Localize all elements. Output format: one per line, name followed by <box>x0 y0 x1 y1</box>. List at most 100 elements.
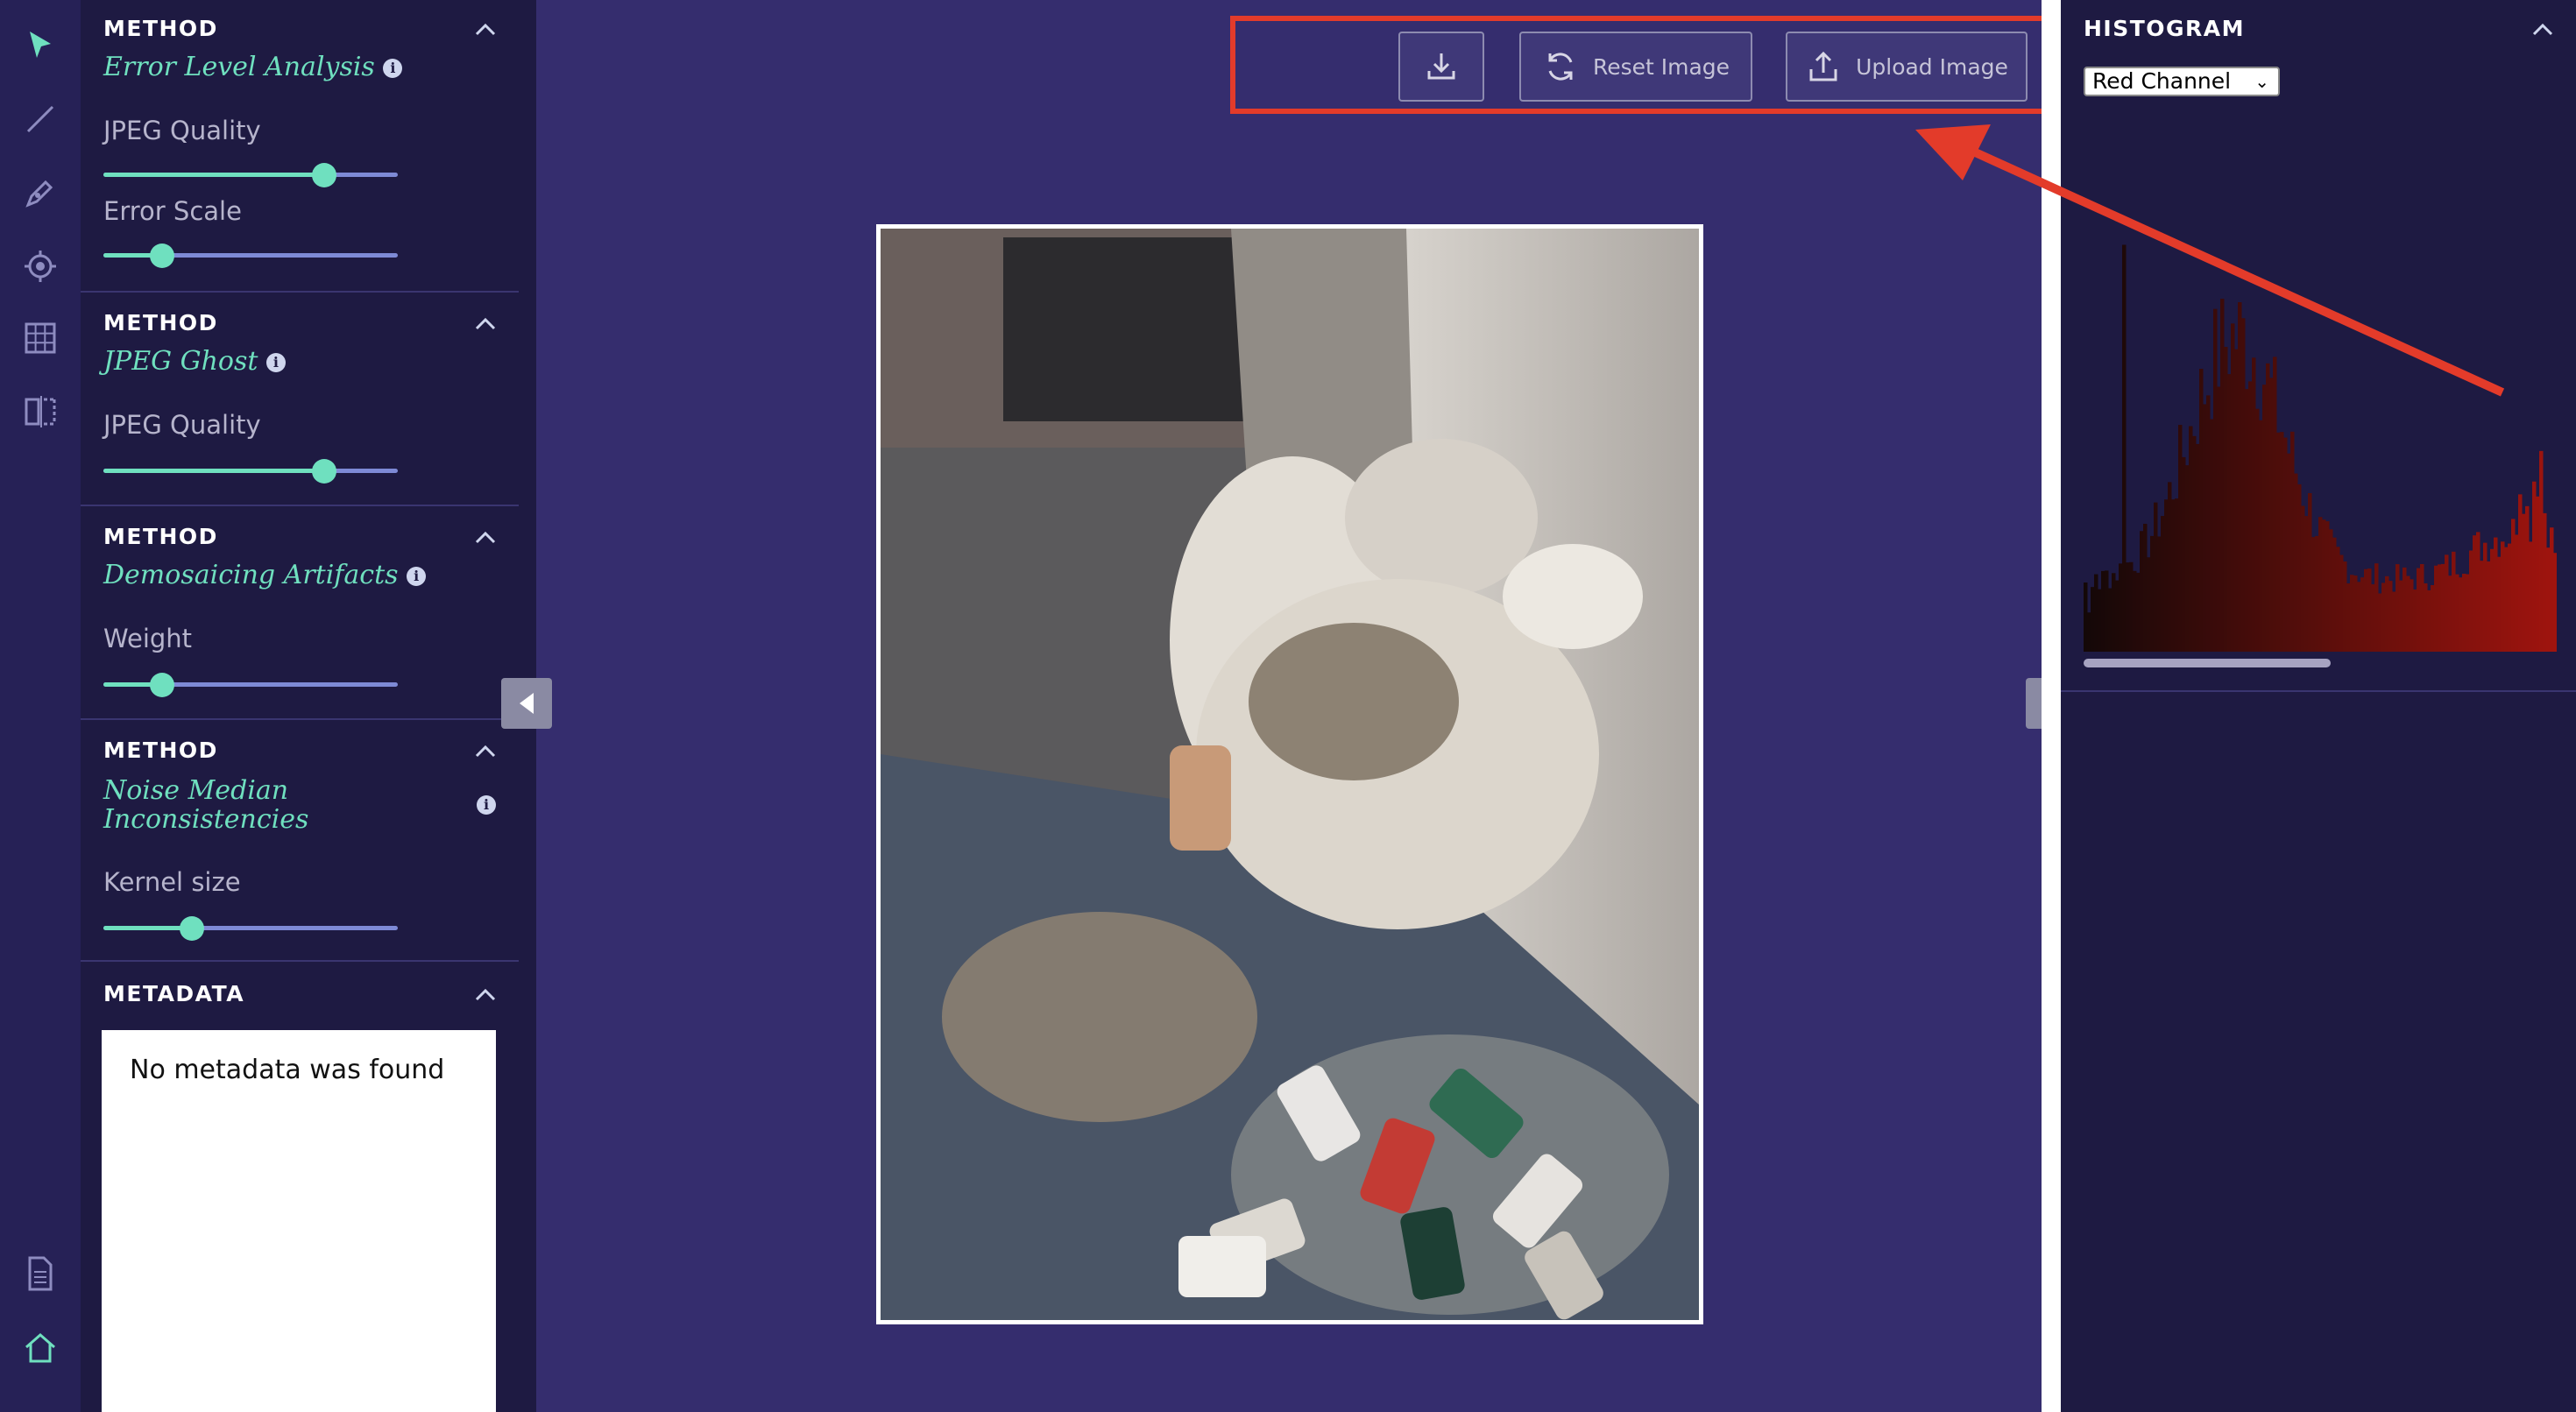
error-scale-slider[interactable] <box>103 244 398 268</box>
section-header: METHOD <box>103 524 218 549</box>
histogram-bar <box>2469 550 2473 652</box>
histogram-bar <box>2129 561 2134 652</box>
line-tool[interactable] <box>19 98 61 140</box>
histogram-bar <box>2462 573 2466 652</box>
method-name: Error Level Analysis i <box>103 52 403 82</box>
histogram-bar <box>2122 244 2127 652</box>
histogram-bar <box>2108 588 2112 652</box>
method-name-text: Error Level Analysis <box>103 52 375 82</box>
document-tool[interactable] <box>19 1253 61 1295</box>
home-icon <box>25 1333 55 1363</box>
histogram-bar <box>2210 419 2214 652</box>
info-icon[interactable]: i <box>265 353 286 372</box>
histogram-bar <box>2241 318 2246 652</box>
histogram-bar <box>2399 580 2403 652</box>
histogram-bar <box>2318 517 2323 652</box>
pointer-tool[interactable] <box>19 25 61 67</box>
collapse-left-button[interactable] <box>501 678 552 729</box>
histogram-bar <box>2140 531 2144 652</box>
metadata-header: METADATA <box>103 981 245 1006</box>
chevron-up-icon[interactable] <box>473 743 498 760</box>
histogram-bar <box>2322 519 2326 652</box>
histogram-bar <box>2248 381 2253 652</box>
info-icon[interactable]: i <box>477 795 496 815</box>
slider-knob[interactable] <box>312 163 336 187</box>
chevron-up-icon[interactable] <box>473 986 498 1004</box>
slider-knob[interactable] <box>179 916 204 941</box>
histogram-bar <box>2217 386 2221 652</box>
histogram-bar <box>2150 535 2155 652</box>
histogram-bar <box>2098 589 2102 652</box>
histogram-bar <box>2550 527 2554 652</box>
slider-knob[interactable] <box>150 244 175 268</box>
histogram-scrollbar[interactable] <box>2084 659 2331 667</box>
histogram-bar <box>2143 523 2148 652</box>
histogram-bar <box>2466 574 2470 652</box>
tool-sidebar <box>0 0 81 1412</box>
chevron-up-icon[interactable] <box>473 529 498 547</box>
channel-select-value: Red Channel <box>2092 68 2232 94</box>
histogram-bar <box>2371 584 2375 652</box>
histogram-bar <box>2287 453 2291 652</box>
histogram-bar <box>2175 498 2179 652</box>
histogram-bar <box>2304 516 2309 652</box>
param-label: JPEG Quality <box>103 410 261 440</box>
weight-slider[interactable] <box>103 673 398 697</box>
histogram-bar <box>2490 548 2495 652</box>
histogram-bar <box>2154 502 2158 652</box>
histogram-bar <box>2259 420 2263 652</box>
jpeg-quality-slider[interactable] <box>103 163 398 187</box>
histogram-bar <box>2115 580 2120 652</box>
slider-knob[interactable] <box>312 459 336 484</box>
kernel-size-slider[interactable] <box>103 916 398 941</box>
histogram-bar <box>2532 481 2537 652</box>
histogram-bar <box>2297 484 2302 652</box>
red-channel-histogram <box>2084 244 2557 652</box>
histogram-bar <box>2346 583 2351 652</box>
histogram-bar <box>2455 574 2459 652</box>
histogram-bar <box>2238 302 2242 652</box>
histogram-bar <box>2294 473 2298 652</box>
chevron-up-icon[interactable] <box>2530 21 2555 39</box>
histogram-bar <box>2234 349 2239 652</box>
histogram-bar <box>2427 590 2431 652</box>
histogram-bar <box>2101 570 2105 652</box>
histogram-bar <box>2381 582 2386 652</box>
pen-tool[interactable] <box>19 172 61 214</box>
histogram-bar <box>2543 512 2547 652</box>
histogram-bar <box>2385 575 2389 652</box>
chevron-up-icon[interactable] <box>473 315 498 333</box>
histogram-bar <box>2105 570 2109 652</box>
histogram-bar <box>2406 575 2410 652</box>
histogram-bar <box>2487 561 2491 652</box>
histogram-bar <box>2374 563 2379 652</box>
info-icon[interactable]: i <box>407 567 427 586</box>
compare-tool[interactable] <box>19 391 61 433</box>
method-name: JPEG Ghost i <box>103 347 286 376</box>
histogram-bar <box>2203 404 2207 652</box>
histogram-bar <box>2269 378 2274 652</box>
metadata-box: No metadata was found <box>102 1030 496 1412</box>
histogram-bar <box>2553 553 2557 652</box>
grid-tool[interactable] <box>19 317 61 359</box>
histogram-bar <box>2227 374 2232 652</box>
analyzed-image[interactable] <box>876 224 1703 1324</box>
info-icon[interactable]: i <box>383 59 403 78</box>
histogram-bar <box>2476 532 2480 652</box>
chevron-up-icon[interactable] <box>473 21 498 39</box>
channel-select[interactable]: Red Channel ⌄ <box>2084 67 2280 96</box>
histogram-bar <box>2276 432 2281 652</box>
target-tool[interactable] <box>19 245 61 287</box>
jpeg-quality-slider[interactable] <box>103 459 398 484</box>
histogram-bar <box>2504 547 2509 652</box>
histogram-bar <box>2424 582 2428 652</box>
histogram-bar <box>2133 570 2137 652</box>
histogram-bar <box>2434 565 2438 652</box>
method-name: Demosaicing Artifacts i <box>103 561 427 590</box>
forensics-app: METHOD Error Level Analysis i JPEG Quali… <box>0 0 2576 1412</box>
slider-knob[interactable] <box>150 673 175 697</box>
home-tool[interactable] <box>19 1326 61 1368</box>
histogram-bar <box>2196 443 2200 652</box>
histogram-bar <box>2413 590 2417 652</box>
param-label: Kernel size <box>103 867 241 897</box>
